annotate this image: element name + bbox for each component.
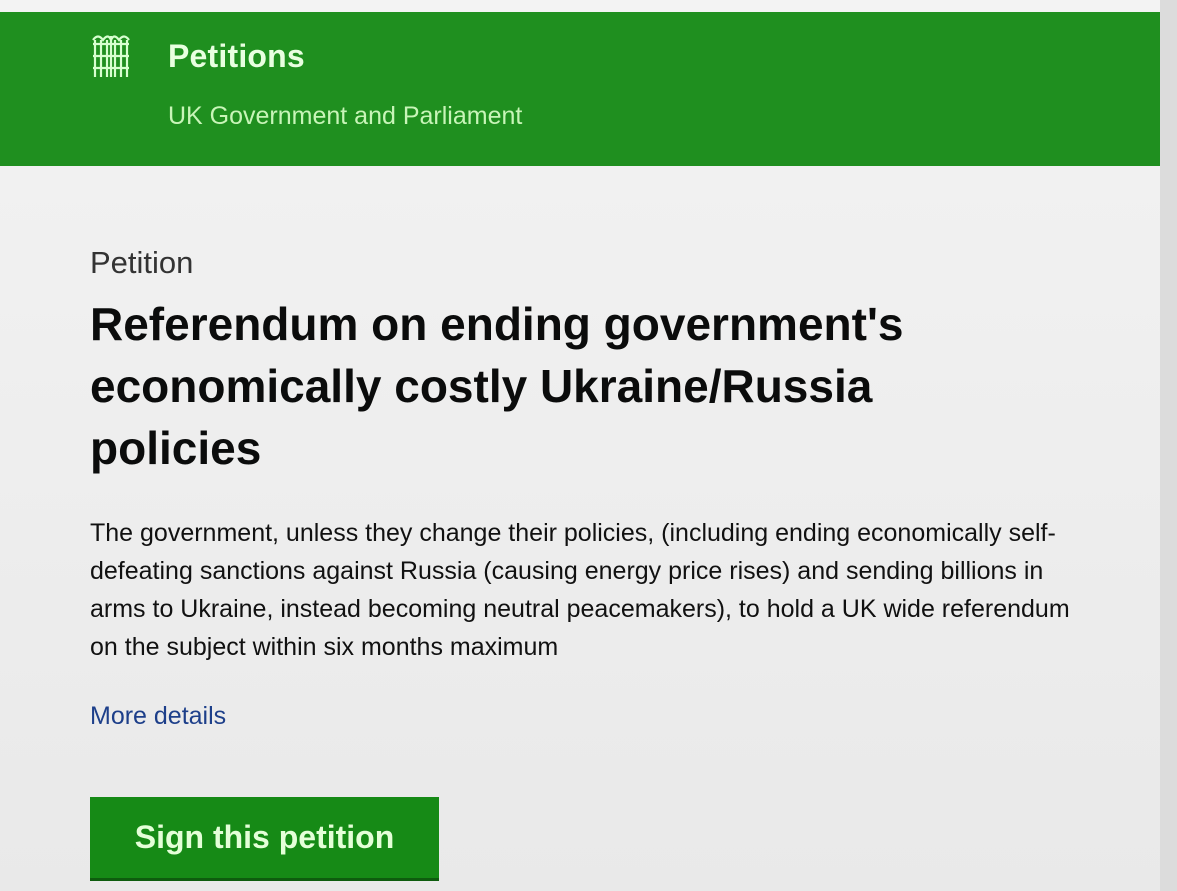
portcullis-icon — [92, 35, 130, 77]
petition-kicker: Petition — [90, 245, 194, 280]
site-title[interactable]: Petitions — [168, 38, 305, 75]
petition-title: Referendum on ending government's econom… — [90, 298, 904, 474]
petition-summary: The government, unless they change their… — [90, 519, 1070, 661]
petition-content: Petition Referendum on ending government… — [90, 245, 1080, 731]
more-details-link[interactable]: More details — [90, 702, 226, 731]
window-edge — [1160, 0, 1177, 891]
page: Petitions UK Government and Parliament P… — [0, 0, 1177, 891]
site-header: Petitions UK Government and Parliament — [0, 12, 1160, 166]
sign-petition-button[interactable]: Sign this petition — [90, 797, 439, 878]
site-subtitle: UK Government and Parliament — [168, 102, 523, 130]
